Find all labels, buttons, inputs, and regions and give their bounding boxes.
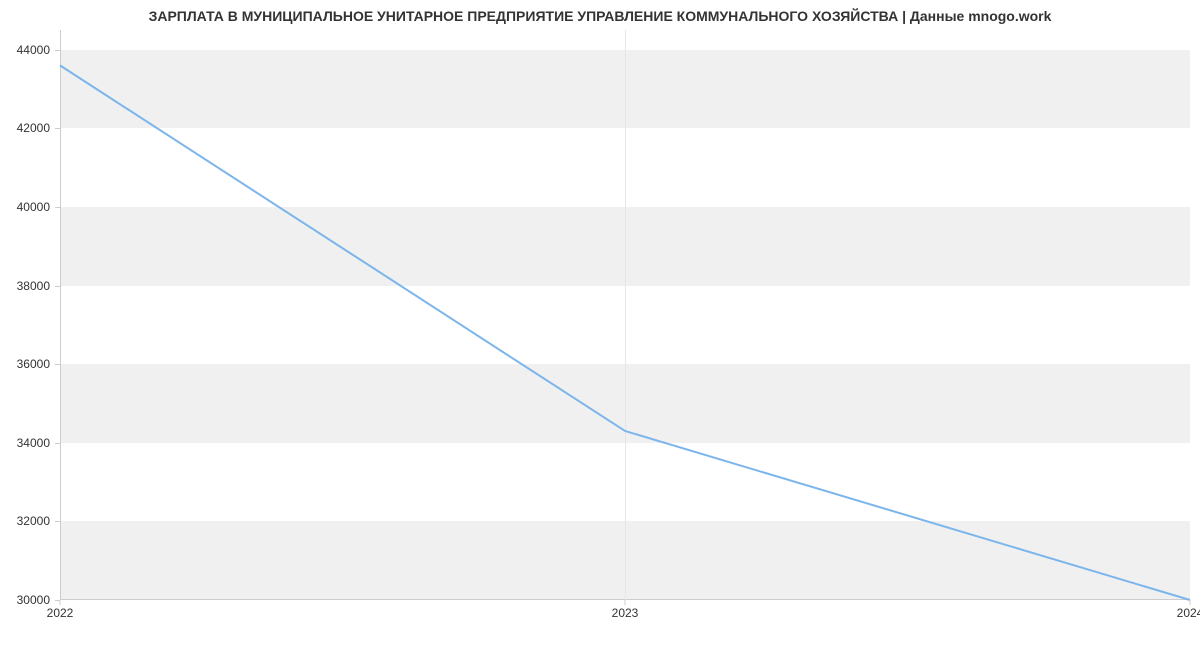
y-tick-mark — [55, 521, 60, 522]
y-tick-mark — [55, 207, 60, 208]
x-tick-mark — [625, 600, 626, 605]
x-tick-mark — [60, 600, 61, 605]
y-tick-mark — [55, 364, 60, 365]
y-tick-label: 38000 — [17, 279, 50, 293]
chart-title: ЗАРПЛАТА В МУНИЦИПАЛЬНОЕ УНИТАРНОЕ ПРЕДП… — [0, 8, 1200, 24]
y-tick-label: 34000 — [17, 436, 50, 450]
y-tick-mark — [55, 50, 60, 51]
x-tick-label: 2023 — [612, 606, 639, 620]
y-tick-label: 42000 — [17, 121, 50, 135]
y-tick-label: 30000 — [17, 593, 50, 607]
chart-container: ЗАРПЛАТА В МУНИЦИПАЛЬНОЕ УНИТАРНОЕ ПРЕДП… — [0, 0, 1200, 650]
plot-area: 3000032000340003600038000400004200044000… — [60, 30, 1190, 600]
y-tick-label: 32000 — [17, 514, 50, 528]
line-layer — [60, 30, 1190, 600]
y-tick-label: 40000 — [17, 200, 50, 214]
y-tick-label: 36000 — [17, 357, 50, 371]
x-tick-label: 2022 — [47, 606, 74, 620]
y-tick-mark — [55, 128, 60, 129]
y-tick-mark — [55, 286, 60, 287]
x-tick-label: 2024 — [1177, 606, 1200, 620]
y-tick-label: 44000 — [17, 43, 50, 57]
y-tick-mark — [55, 443, 60, 444]
x-tick-mark — [1190, 600, 1191, 605]
salary-series — [60, 65, 1190, 600]
